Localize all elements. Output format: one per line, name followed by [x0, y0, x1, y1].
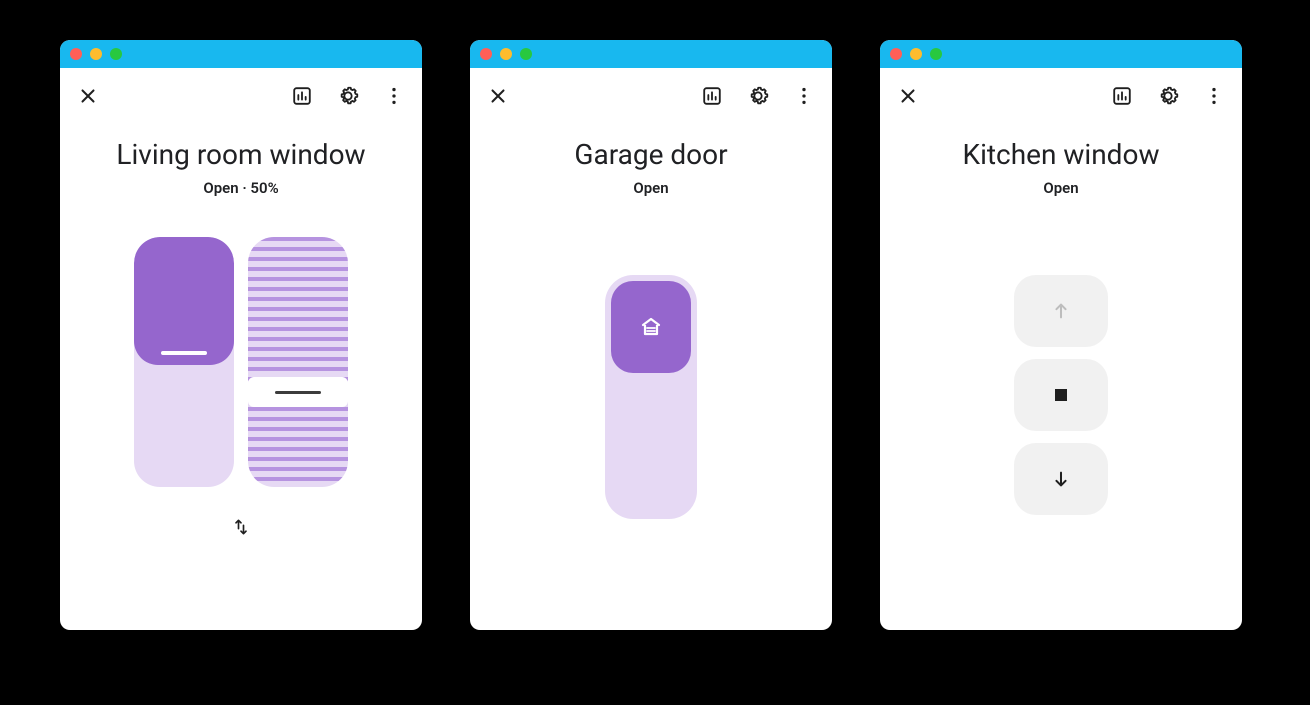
traffic-light-close[interactable]	[890, 48, 902, 60]
traffic-light-zoom[interactable]	[110, 48, 122, 60]
bar-chart-icon	[701, 85, 723, 107]
traffic-light-minimize[interactable]	[500, 48, 512, 60]
arrow-up-icon	[1050, 300, 1072, 322]
gear-icon	[337, 85, 359, 107]
traffic-light-zoom[interactable]	[930, 48, 942, 60]
garage-icon	[639, 315, 663, 339]
device-status: Open	[880, 179, 1242, 197]
tilt-knob	[248, 377, 348, 407]
position-slider[interactable]	[605, 275, 697, 519]
gear-icon	[747, 85, 769, 107]
toolbar	[470, 68, 832, 110]
more-vert-icon	[793, 85, 815, 107]
tilt-slider[interactable]	[248, 237, 348, 487]
close-icon	[897, 85, 919, 107]
overflow-menu-button[interactable]	[380, 82, 408, 110]
device-title: Living room window	[60, 138, 422, 171]
close-icon	[77, 85, 99, 107]
swap-button[interactable]	[231, 517, 251, 541]
slider-grip	[161, 351, 207, 355]
device-status: Open	[470, 179, 832, 197]
more-vert-icon	[1203, 85, 1225, 107]
bar-chart-icon	[1111, 85, 1133, 107]
device-status: Open · 50%	[60, 179, 422, 197]
settings-button[interactable]	[744, 82, 772, 110]
gear-icon	[1157, 85, 1179, 107]
close-button[interactable]	[484, 82, 512, 110]
close-icon	[487, 85, 509, 107]
settings-button[interactable]	[1154, 82, 1182, 110]
history-button[interactable]	[698, 82, 726, 110]
bar-chart-icon	[291, 85, 313, 107]
slider-fill	[611, 281, 691, 373]
traffic-light-close[interactable]	[480, 48, 492, 60]
close-cover-button[interactable]	[1014, 443, 1108, 515]
history-button[interactable]	[288, 82, 316, 110]
position-slider[interactable]	[134, 237, 234, 487]
stop-icon	[1055, 389, 1067, 401]
device-title: Kitchen window	[880, 138, 1242, 171]
toolbar	[60, 68, 422, 110]
overflow-menu-button[interactable]	[1200, 82, 1228, 110]
toolbar	[880, 68, 1242, 110]
open-button[interactable]	[1014, 275, 1108, 347]
panel-garage-door: Garage door Open	[470, 40, 832, 630]
window-titlebar	[60, 40, 422, 68]
overflow-menu-button[interactable]	[790, 82, 818, 110]
panel-kitchen-window: Kitchen window Open	[880, 40, 1242, 630]
traffic-light-minimize[interactable]	[90, 48, 102, 60]
traffic-light-minimize[interactable]	[910, 48, 922, 60]
close-button[interactable]	[74, 82, 102, 110]
traffic-light-close[interactable]	[70, 48, 82, 60]
window-titlebar	[470, 40, 832, 68]
panel-living-room-window: Living room window Open · 50%	[60, 40, 422, 630]
arrow-down-icon	[1050, 468, 1072, 490]
window-titlebar	[880, 40, 1242, 68]
history-button[interactable]	[1108, 82, 1136, 110]
more-vert-icon	[383, 85, 405, 107]
settings-button[interactable]	[334, 82, 362, 110]
stop-button[interactable]	[1014, 359, 1108, 431]
close-button[interactable]	[894, 82, 922, 110]
traffic-light-zoom[interactable]	[520, 48, 532, 60]
swap-vert-icon	[231, 517, 251, 537]
device-title: Garage door	[470, 138, 832, 171]
